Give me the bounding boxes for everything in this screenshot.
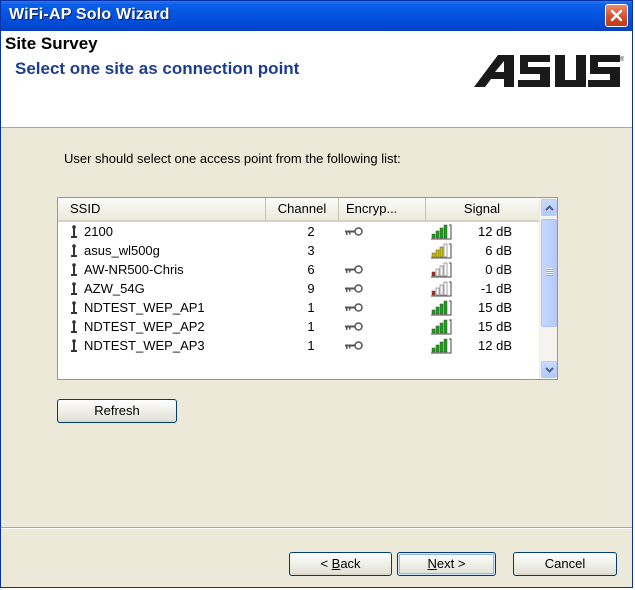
ssid-cell: 2100 [84, 224, 113, 239]
window-title: WiFi-AP Solo Wizard [9, 6, 170, 23]
list-item[interactable]: asus_wl500g 3 6 dB [58, 241, 539, 260]
instruction-text: User should select one access point from… [64, 151, 401, 166]
back-label: ack [340, 556, 361, 571]
ssid-cell: AW-NR500-Chris [84, 262, 184, 277]
column-header-channel[interactable]: Channel [266, 198, 339, 220]
access-point-list[interactable]: SSID Channel Encryp... Signal 2100 2 12 dB… [57, 197, 558, 380]
ssid-cell: asus_wl500g [84, 243, 160, 258]
key-icon [345, 265, 363, 274]
channel-cell: 6 [307, 262, 315, 277]
signal-cell: 12 dB [478, 224, 512, 239]
signal-strength-icon [431, 338, 452, 354]
page-title: Site Survey [5, 34, 98, 53]
access-point-icon [71, 225, 77, 238]
column-header-encryption[interactable]: Encryp... [338, 198, 426, 220]
signal-strength-icon [431, 262, 452, 278]
signal-cell: 6 dB [485, 243, 512, 258]
list-scrollbar[interactable] [539, 198, 557, 379]
refresh-button[interactable]: Refresh [57, 399, 177, 423]
channel-cell: 3 [307, 243, 315, 258]
next-label: ext > [436, 556, 466, 571]
signal-cell: -1 dB [480, 281, 512, 296]
signal-strength-icon [431, 281, 452, 297]
signal-strength-icon [431, 300, 452, 316]
access-point-icon [71, 244, 77, 257]
close-icon [610, 9, 623, 22]
access-point-icon [71, 301, 77, 314]
page-subtitle: Select one site as connection point [15, 59, 300, 78]
back-button[interactable]: < Back [289, 552, 392, 576]
back-prefix: < [320, 556, 332, 571]
signal-cell: 15 dB [478, 319, 512, 334]
close-button[interactable] [605, 4, 628, 27]
key-icon [345, 322, 363, 331]
signal-cell: 0 dB [485, 262, 512, 277]
key-icon [345, 341, 363, 350]
scroll-down-button[interactable] [541, 361, 557, 378]
list-header: SSID Channel Encryp... Signal [58, 198, 539, 222]
signal-cell: 15 dB [478, 300, 512, 315]
key-icon [345, 303, 363, 312]
chevron-down-icon [545, 367, 554, 373]
next-button[interactable]: Next > [397, 552, 496, 576]
channel-cell: 1 [307, 300, 315, 315]
access-point-icon [71, 282, 77, 295]
wizard-window: WiFi-AP Solo Wizard Site Survey Select o… [0, 0, 633, 588]
signal-strength-icon [431, 224, 452, 240]
key-icon [345, 284, 363, 293]
channel-cell: 1 [307, 338, 315, 353]
list-item[interactable]: NDTEST_WEP_AP1 1 15 dB [58, 298, 539, 317]
signal-strength-icon [431, 243, 452, 259]
access-point-icon [71, 339, 77, 352]
list-item[interactable]: AW-NR500-Chris 6 0 dB [58, 260, 539, 279]
title-bar[interactable]: WiFi-AP Solo Wizard [1, 1, 632, 31]
cancel-button[interactable]: Cancel [513, 552, 617, 576]
list-item[interactable]: 2100 2 12 dB [58, 222, 539, 241]
access-point-icon [71, 263, 77, 276]
list-item[interactable]: NDTEST_WEP_AP2 1 15 dB [58, 317, 539, 336]
channel-cell: 2 [307, 224, 315, 239]
column-header-signal[interactable]: Signal [426, 198, 538, 220]
asus-logo: ® [474, 55, 624, 87]
key-icon [345, 227, 363, 236]
list-item[interactable]: NDTEST_WEP_AP3 1 12 dB [58, 336, 539, 355]
ssid-cell: AZW_54G [84, 281, 145, 296]
next-mnemonic: N [427, 556, 437, 571]
svg-text:®: ® [620, 56, 624, 63]
chevron-up-icon [545, 205, 554, 211]
ssid-cell: NDTEST_WEP_AP2 [84, 319, 205, 334]
header-panel: Site Survey Select one site as connectio… [1, 31, 632, 128]
scroll-up-button[interactable] [541, 199, 557, 216]
scroll-grip [546, 268, 553, 276]
channel-cell: 1 [307, 319, 315, 334]
signal-cell: 12 dB [478, 338, 512, 353]
access-point-icon [71, 320, 77, 333]
list-item[interactable]: AZW_54G 9 -1 dB [58, 279, 539, 298]
column-header-ssid[interactable]: SSID [58, 198, 266, 220]
footer-divider [1, 527, 632, 529]
ssid-cell: NDTEST_WEP_AP3 [84, 338, 205, 353]
ssid-cell: NDTEST_WEP_AP1 [84, 300, 205, 315]
signal-strength-icon [431, 319, 452, 335]
channel-cell: 9 [307, 281, 315, 296]
scroll-thumb[interactable] [541, 219, 557, 327]
